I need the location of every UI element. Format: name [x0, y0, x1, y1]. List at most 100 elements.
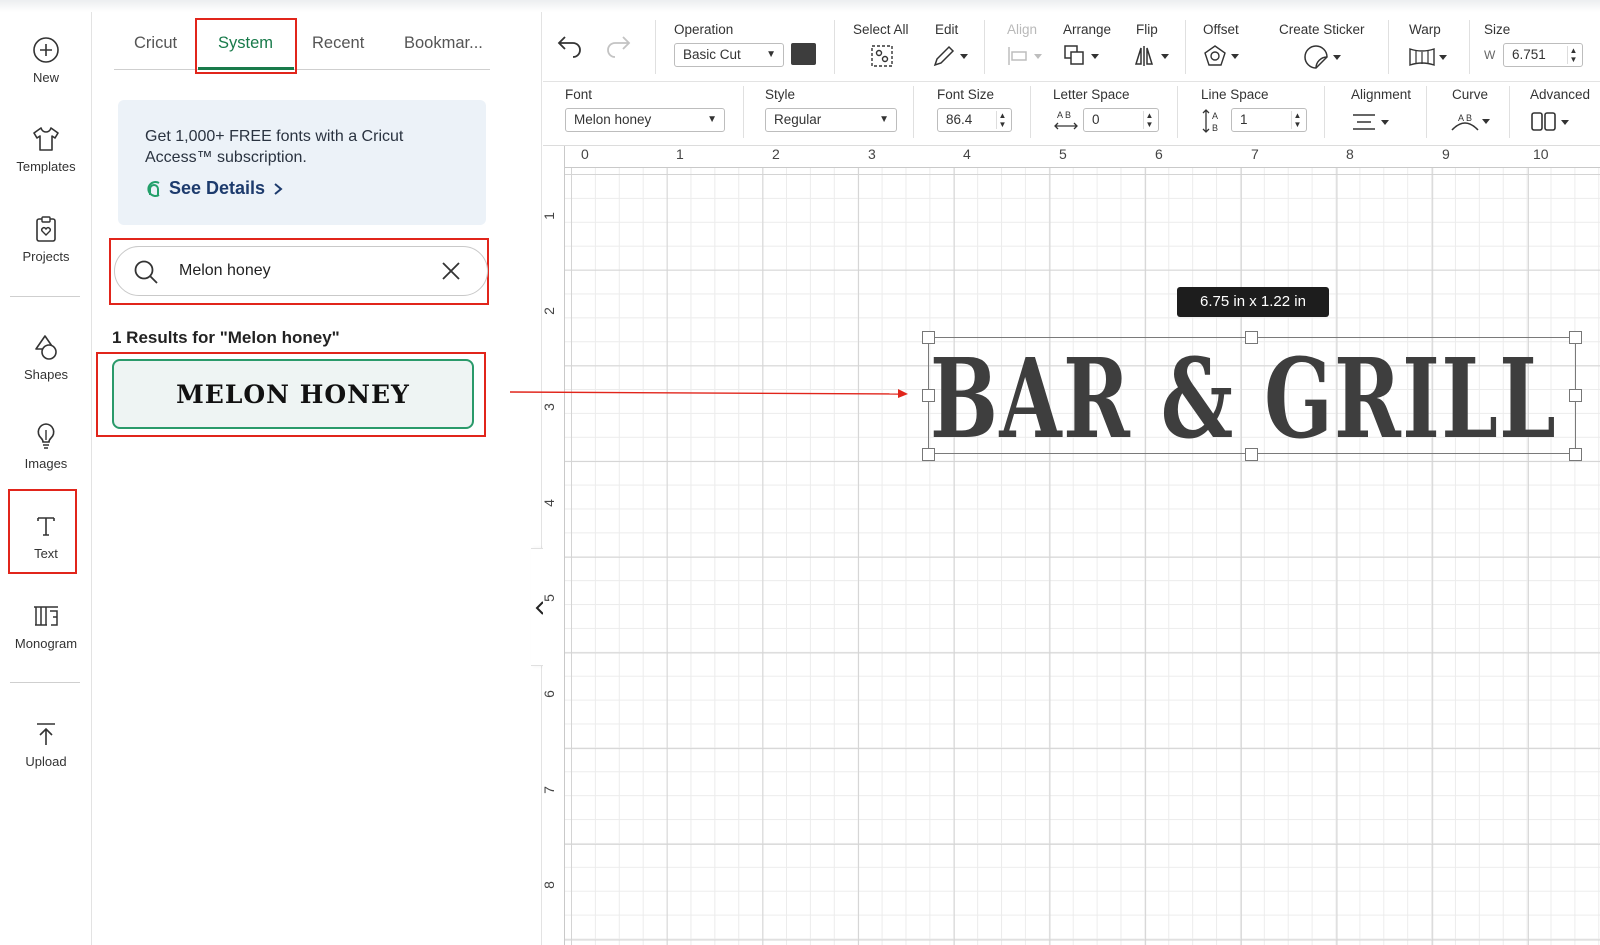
resize-handle-top[interactable]	[1245, 331, 1258, 344]
see-details-link[interactable]: See Details	[145, 178, 285, 199]
line-space-stepper-arrows[interactable]: ▲ ▼	[1291, 111, 1303, 129]
rail-item-new[interactable]: New	[0, 36, 92, 85]
ruler-tick-label: 5	[1059, 146, 1067, 162]
font-search-input[interactable]	[179, 262, 419, 280]
resize-handle-bottom-left[interactable]	[922, 448, 935, 461]
flip-icon[interactable]	[1133, 44, 1171, 68]
style-label: Style	[765, 87, 796, 102]
clipboard-heart-icon	[36, 216, 56, 242]
select-all-icon[interactable]	[870, 44, 894, 68]
toolbar-divider	[655, 20, 656, 74]
system-tab-highlight-box	[195, 18, 297, 74]
style-value: Regular	[774, 112, 822, 127]
ruler-tick-label: 4	[543, 499, 557, 507]
rail-item-projects[interactable]: Projects	[0, 215, 92, 264]
curve-icon[interactable]: A B	[1450, 110, 1492, 134]
vertical-ruler: 1 2 3 4 5 6 7 8	[543, 146, 565, 945]
operation-label: Operation	[674, 22, 734, 37]
ruler-tick-label: 0	[581, 146, 589, 162]
resize-handle-left[interactable]	[922, 389, 935, 402]
ruler-tick-label: 8	[1346, 146, 1354, 162]
ruler-tick-label: 5	[543, 594, 557, 602]
toolbar-divider	[1469, 20, 1470, 74]
rail-label-images: Images	[24, 456, 68, 471]
edit-pencil-icon[interactable]	[932, 44, 968, 68]
text-highlight-box	[8, 489, 77, 574]
ruler-tick-label: 1	[543, 212, 557, 220]
rail-item-images[interactable]: Images	[0, 422, 92, 471]
resize-handle-top-left[interactable]	[922, 331, 935, 344]
width-input[interactable]: 6.751 ▲ ▼	[1503, 43, 1583, 67]
alignment-icon[interactable]	[1351, 111, 1391, 133]
flip-label: Flip	[1136, 22, 1158, 37]
font-select[interactable]: Melon honey ▼	[565, 108, 725, 132]
font-result-preview: MELON HONEY	[176, 380, 410, 409]
monogram-icon	[34, 606, 58, 626]
style-select[interactable]: Regular ▼	[765, 108, 897, 132]
rail-item-upload[interactable]: Upload	[0, 720, 92, 769]
toolbar-divider	[834, 20, 835, 74]
offset-icon[interactable]	[1203, 44, 1241, 68]
results-count-label: 1 Results for "Melon honey"	[112, 328, 340, 347]
resize-handle-right[interactable]	[1569, 389, 1582, 402]
rail-item-monogram[interactable]: Monogram	[0, 602, 92, 651]
tab-cricut[interactable]: Cricut	[134, 34, 177, 53]
size-label: Size	[1484, 22, 1511, 37]
width-label: W	[1484, 48, 1496, 62]
redo-icon[interactable]	[604, 36, 632, 58]
warp-label: Warp	[1409, 22, 1441, 37]
font-source-tabs: Cricut System Recent Bookmar...	[114, 12, 490, 70]
design-canvas[interactable]: 0 1 2 3 4 5 6 7 8 9 10 1 2 3 4 5 6 7 8	[543, 146, 1600, 945]
toolbar-divider	[1426, 86, 1427, 138]
font-search-box	[114, 246, 488, 296]
operation-color-swatch[interactable]	[791, 43, 816, 65]
toolbar-divider	[1509, 86, 1510, 138]
rail-item-shapes[interactable]: Shapes	[0, 333, 92, 382]
resize-handle-bottom[interactable]	[1245, 448, 1258, 461]
ruler-tick-label: 4	[963, 146, 971, 162]
undo-icon[interactable]	[556, 36, 584, 58]
svg-text:A B: A B	[1057, 110, 1071, 120]
operation-select[interactable]: Basic Cut ▼	[674, 43, 784, 67]
line-space-input[interactable]: 1 ▲ ▼	[1231, 108, 1307, 132]
top-edge	[0, 0, 1600, 12]
text-toolbar: Font Melon honey ▼ Style Regular ▼ Font Si…	[543, 82, 1600, 146]
rail-divider	[10, 682, 80, 683]
font-label: Font	[565, 87, 593, 102]
search-icon	[134, 260, 158, 284]
svg-text:A B: A B	[1458, 113, 1472, 123]
resize-handle-bottom-right[interactable]	[1569, 448, 1582, 461]
font-size-input[interactable]: 86.4 ▲ ▼	[937, 108, 1012, 132]
resize-handle-top-right[interactable]	[1569, 331, 1582, 344]
line-space-icon: AB	[1202, 109, 1218, 133]
edit-toolbar: Operation Basic Cut ▼ Select All Edit Ali…	[543, 12, 1600, 82]
ruler-tick-label: 3	[543, 403, 557, 411]
ruler-tick-label: 10	[1533, 146, 1549, 162]
create-sticker-icon[interactable]	[1303, 44, 1343, 70]
font-result-card[interactable]: MELON HONEY	[112, 359, 474, 429]
rail-label-upload: Upload	[25, 754, 67, 769]
letter-space-stepper-arrows[interactable]: ▲ ▼	[1143, 111, 1155, 129]
align-label: Align	[1007, 22, 1038, 37]
tab-bookmarks[interactable]: Bookmar...	[404, 34, 483, 53]
tab-recent[interactable]: Recent	[312, 34, 364, 53]
offset-label: Offset	[1203, 22, 1239, 37]
letter-space-input[interactable]: 0 ▲ ▼	[1083, 108, 1159, 132]
clear-search-icon[interactable]	[441, 261, 461, 281]
rail-label-shapes: Shapes	[23, 367, 69, 382]
curve-label: Curve	[1452, 87, 1489, 102]
font-size-stepper-arrows[interactable]: ▲ ▼	[996, 111, 1008, 129]
arrange-icon[interactable]	[1063, 44, 1101, 68]
lightbulb-icon	[37, 423, 55, 449]
rail-label-new: New	[32, 70, 59, 85]
left-rail: New Templates Projects Shapes Images Tex…	[0, 12, 92, 945]
horizontal-ruler: 0 1 2 3 4 5 6 7 8 9 10	[543, 146, 1600, 168]
ruler-tick-label: 2	[543, 307, 557, 315]
operation-value: Basic Cut	[683, 47, 741, 62]
rail-item-templates[interactable]: Templates	[0, 125, 92, 174]
selection-box	[928, 337, 1576, 454]
advanced-icon[interactable]	[1530, 111, 1572, 133]
warp-icon[interactable]	[1408, 46, 1448, 68]
width-value: 6.751	[1512, 47, 1546, 62]
width-stepper-arrows[interactable]: ▲ ▼	[1567, 46, 1579, 64]
